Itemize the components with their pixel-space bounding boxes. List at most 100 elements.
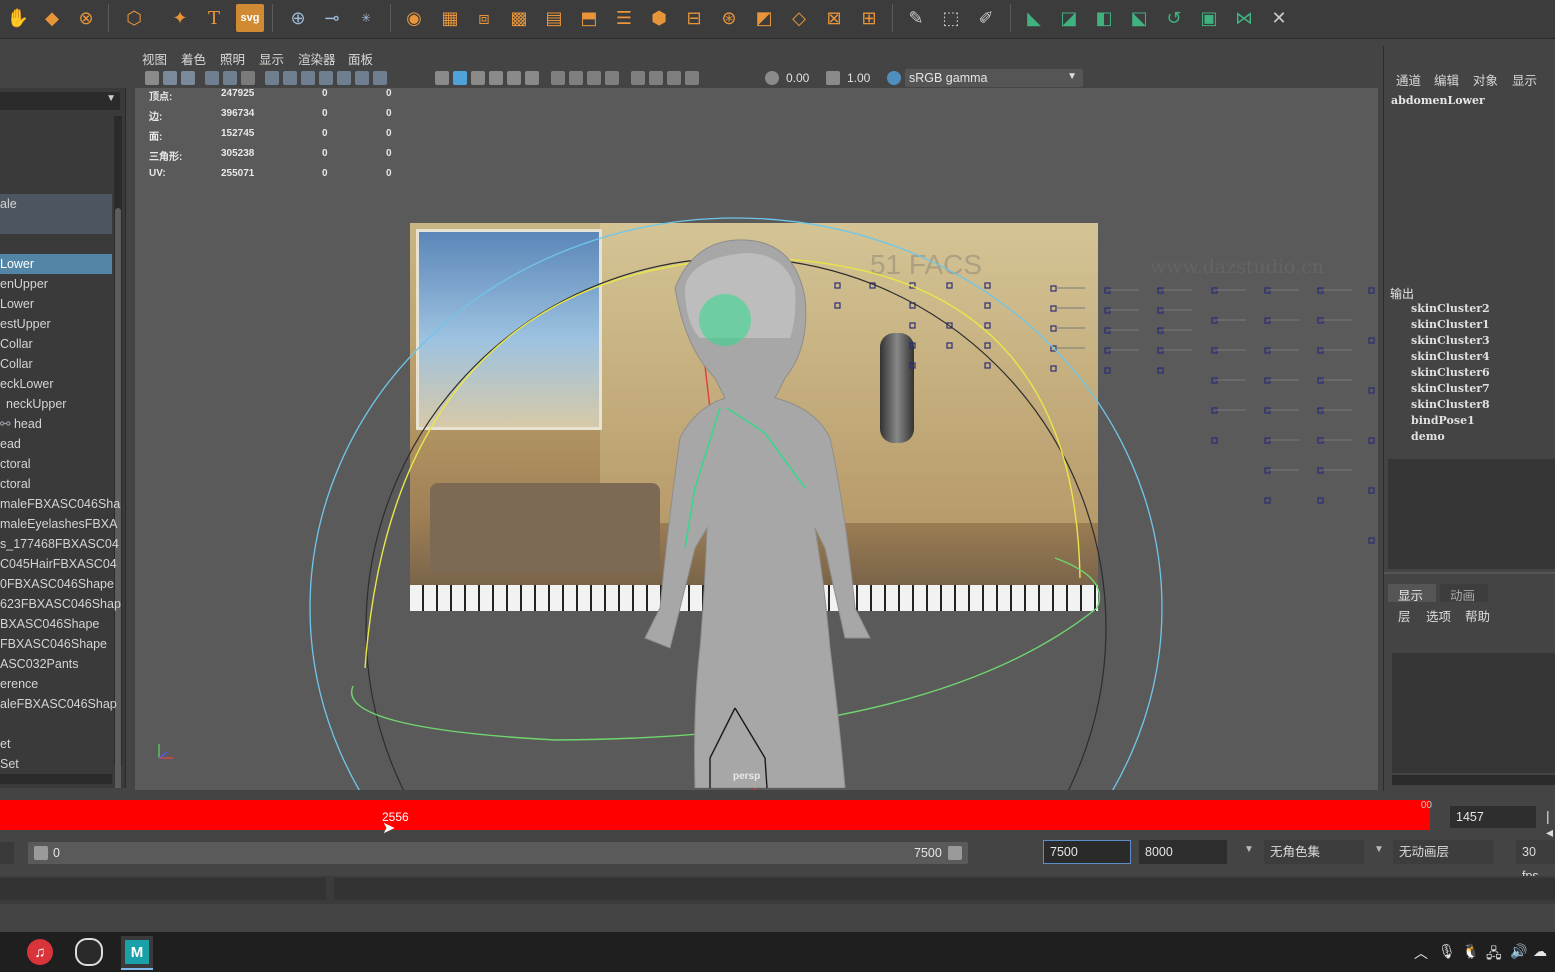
shelf-extract-icon[interactable]: ⧈: [470, 4, 498, 32]
output-node[interactable]: skinCluster2: [1411, 302, 1490, 315]
menu-object[interactable]: 对象: [1473, 70, 1498, 89]
gamma-value[interactable]: 1.00: [847, 71, 870, 85]
menu-shading[interactable]: 着色: [181, 49, 206, 68]
outliner-item[interactable]: maleFBXASC046Sha: [0, 494, 120, 514]
shelf-uv-cut-icon[interactable]: ◪: [1055, 4, 1083, 32]
shelf-smooth-icon[interactable]: ⊞: [855, 4, 883, 32]
range-start-field[interactable]: [0, 842, 14, 864]
exposure-value[interactable]: 0.00: [786, 71, 809, 85]
shelf-polyhedron-icon[interactable]: ⬡: [120, 4, 148, 32]
netease-music-icon[interactable]: ♫: [24, 936, 56, 968]
shelf-tools-icon[interactable]: ✕: [1265, 4, 1293, 32]
shelf-checker-icon[interactable]: ▣: [1195, 4, 1223, 32]
shelf-locator-icon[interactable]: ⊕: [284, 4, 312, 32]
menu-view[interactable]: 视图: [142, 49, 167, 68]
ambient-occlusion-icon[interactable]: [551, 71, 565, 85]
safe-action-icon[interactable]: [355, 71, 369, 85]
outliner-item[interactable]: Set: [0, 754, 19, 774]
shaded-wire-icon[interactable]: [471, 71, 485, 85]
tab-animation[interactable]: 动画: [1440, 584, 1488, 603]
textured-icon[interactable]: [489, 71, 503, 85]
shelf-edit-icon[interactable]: ✐: [972, 4, 1000, 32]
shelf-hand-icon[interactable]: ✋: [4, 4, 32, 32]
safe-title-icon[interactable]: [373, 71, 387, 85]
color-management-icon[interactable]: [887, 71, 901, 85]
shelf-pencil-icon[interactable]: ✎: [902, 4, 930, 32]
outliner-item[interactable]: BXASC046Shape: [0, 614, 99, 634]
shelf-grid-icon[interactable]: ▩: [505, 4, 533, 32]
output-node[interactable]: demo: [1411, 430, 1445, 443]
exposure-icon[interactable]: [765, 71, 779, 85]
xray-joints-icon[interactable]: [667, 71, 681, 85]
outliner-item-selected[interactable]: Lower: [0, 254, 112, 274]
output-node[interactable]: skinCluster8: [1411, 398, 1490, 411]
shelf-origin-icon[interactable]: ✳: [352, 4, 380, 32]
shelf-cube-icon[interactable]: ⬢: [645, 4, 673, 32]
obs-icon[interactable]: [73, 936, 105, 968]
menu-renderer[interactable]: 渲染器: [298, 49, 336, 68]
outliner-item[interactable]: ale: [0, 194, 17, 214]
shelf-uv-sew-icon[interactable]: ◧: [1090, 4, 1118, 32]
grid-icon[interactable]: [265, 71, 279, 85]
xray-icon[interactable]: [649, 71, 663, 85]
shelf-combine-icon[interactable]: ◉: [400, 4, 428, 32]
outliner-item[interactable]: 0FBXASC046Shape: [0, 574, 114, 594]
2d-pan-icon[interactable]: [241, 71, 255, 85]
lights-icon[interactable]: [507, 71, 521, 85]
tray-expand-icon[interactable]: ︿: [1414, 943, 1428, 963]
panel-divider[interactable]: [1384, 572, 1555, 574]
shelf-text-icon[interactable]: T: [200, 4, 228, 32]
range-slider-bar[interactable]: 0 7500: [28, 842, 968, 864]
menu-panels[interactable]: 面板: [348, 49, 373, 68]
outliner-item[interactable]: ASC032Pants: [0, 654, 79, 674]
outliner-item[interactable]: 623FBXASC046Shap: [0, 594, 121, 614]
volume-icon[interactable]: 🔊: [1510, 943, 1527, 960]
menu-help[interactable]: 帮助: [1465, 606, 1490, 625]
menu-show[interactable]: 显示: [1512, 70, 1537, 89]
layer-list[interactable]: [1392, 653, 1555, 773]
wireframe-icon[interactable]: [435, 71, 449, 85]
current-time-field[interactable]: [1450, 806, 1536, 828]
microphone-icon[interactable]: 🎙: [1438, 943, 1456, 960]
outliner-item[interactable]: s_177468FBXASC04: [0, 534, 119, 554]
layer-hscrollbar[interactable]: [1392, 775, 1555, 785]
shelf-blocks-icon[interactable]: ▤: [540, 4, 568, 32]
outliner-item[interactable]: ead: [0, 434, 21, 454]
playback-end-field[interactable]: [1043, 840, 1131, 864]
fps-dropdown[interactable]: 30 fps: [1516, 840, 1555, 883]
shelf-bridge-icon[interactable]: ⊟: [680, 4, 708, 32]
outliner-item[interactable]: erence: [0, 674, 38, 694]
shadows-icon[interactable]: [525, 71, 539, 85]
anim-layer-dropdown[interactable]: 无动画层: [1393, 840, 1493, 864]
maya-icon[interactable]: M: [121, 936, 153, 970]
shelf-extrude-icon[interactable]: ⬒: [575, 4, 603, 32]
outliner-item[interactable]: neckUpper: [6, 394, 66, 414]
shelf-uv-unfold-icon[interactable]: ⬕: [1125, 4, 1153, 32]
shelf-star-icon[interactable]: ✦: [166, 4, 194, 32]
cloud-icon[interactable]: ☁: [1533, 943, 1547, 960]
viewport-3d[interactable]: 顶点: 247925 0 0 边: 396734 0 0 面: 152745 0…: [135, 88, 1378, 790]
outliner-item[interactable]: Collar: [0, 334, 33, 354]
outliner-item[interactable]: ctoral: [0, 454, 31, 474]
shelf-separate-icon[interactable]: ▦: [436, 4, 464, 32]
time-slider[interactable]: 2556 00: [0, 800, 1432, 830]
shelf-sphere-grid-icon[interactable]: ⊛: [715, 4, 743, 32]
shelf-select-box-icon[interactable]: ⬚: [937, 4, 965, 32]
field-chart-icon[interactable]: [337, 71, 351, 85]
isolate-select-icon[interactable]: [631, 71, 645, 85]
outliner-item[interactable]: et: [0, 734, 10, 754]
menu-layers[interactable]: 层: [1398, 606, 1411, 625]
bookmark-icon[interactable]: [181, 71, 195, 85]
output-node[interactable]: bindPose1: [1411, 414, 1475, 427]
shelf-sphere-icon[interactable]: ⊗: [72, 4, 100, 32]
shelf-uv-layout-icon[interactable]: ↺: [1160, 4, 1188, 32]
color-space-dropdown[interactable]: sRGB gamma ▼: [905, 69, 1083, 87]
smooth-shade-icon[interactable]: [453, 71, 467, 85]
camera-select-icon[interactable]: [145, 71, 159, 85]
character-set-dropdown[interactable]: 无角色集: [1264, 840, 1364, 864]
gate-mask-icon[interactable]: [319, 71, 333, 85]
shelf-diamond-icon[interactable]: ◆: [38, 4, 66, 32]
chevron-down-icon[interactable]: ▼: [1244, 844, 1254, 855]
camera-attributes-icon[interactable]: [163, 71, 177, 85]
shelf-svg-icon[interactable]: svg: [236, 4, 264, 32]
